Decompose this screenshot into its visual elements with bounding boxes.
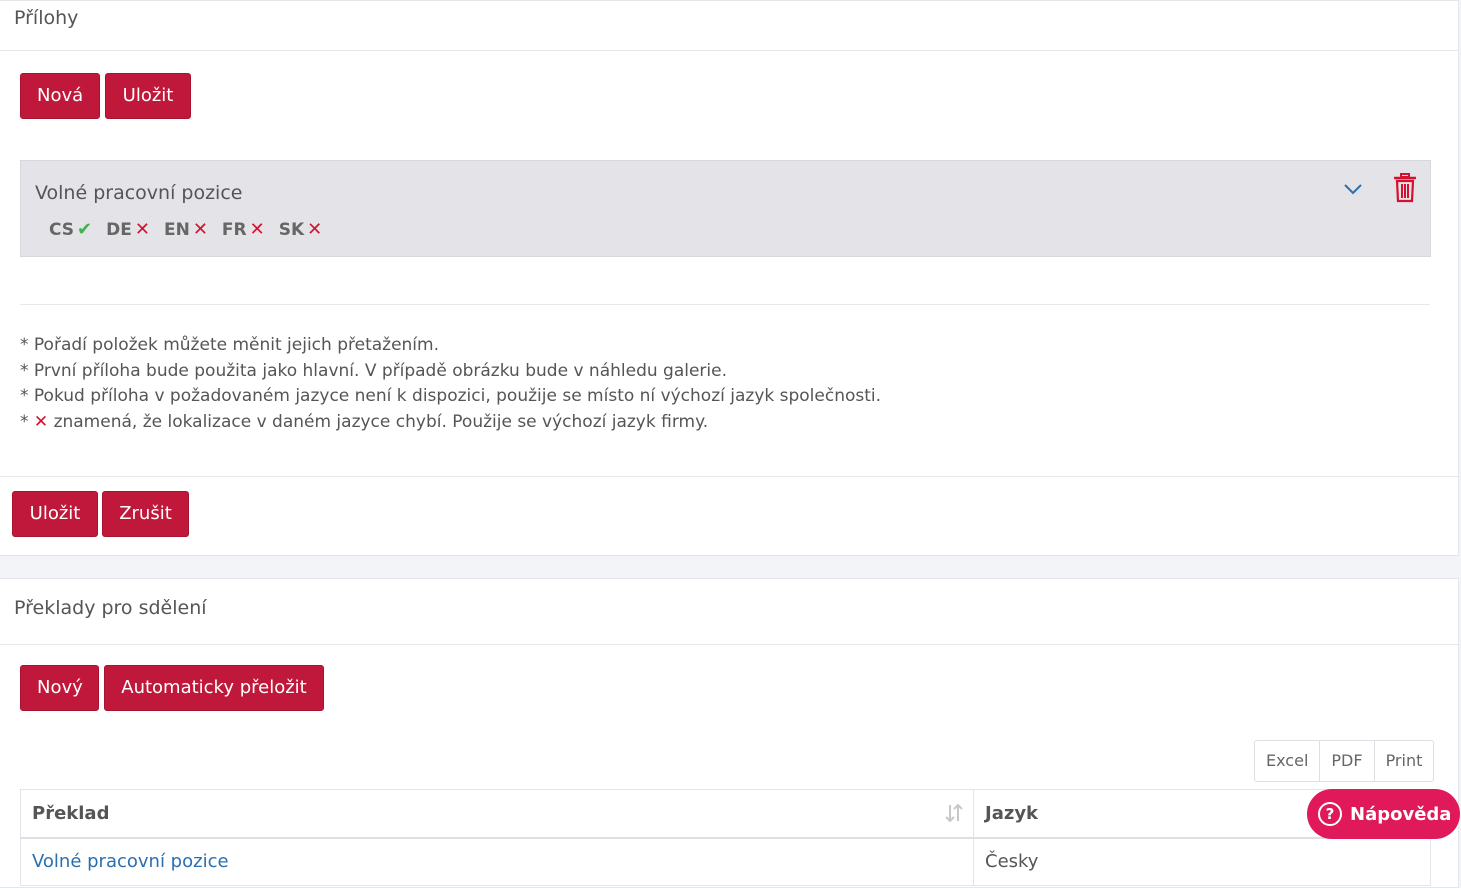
trash-icon[interactable] — [1393, 173, 1417, 203]
cross-icon: ✕ — [134, 219, 150, 240]
lang-code: DE — [106, 219, 132, 240]
cross-icon: ✕ — [249, 219, 265, 240]
attachments-panel: Přílohy Nová Uložit Volné pracovní pozic… — [0, 0, 1459, 556]
divider — [0, 476, 1458, 477]
divider — [20, 304, 1430, 305]
attachments-notes: * Pořadí položek můžete měnit jejich pře… — [20, 333, 881, 435]
translation-cell[interactable]: Volné pracovní pozice — [20, 837, 974, 886]
lang-code: EN — [163, 219, 190, 240]
table-row: Volné pracovní pozice Česky — [20, 837, 1431, 886]
attachment-languages: CS ✔ DE ✕ EN ✕ FR ✕ SK ✕ — [49, 219, 322, 240]
note-line: * Pořadí položek můžete měnit jejich pře… — [20, 335, 439, 355]
lang-en: EN ✕ — [164, 219, 208, 240]
cancel-button[interactable]: Zrušit — [102, 491, 189, 537]
sort-icon[interactable] — [945, 803, 963, 823]
new-attachment-button[interactable]: Nová — [20, 73, 100, 119]
cross-icon: ✕ — [192, 219, 208, 240]
table-header-row: Překlad Jazyk — [20, 789, 1431, 839]
column-label: Překlad — [32, 802, 110, 824]
lang-sk: SK ✕ — [279, 219, 323, 240]
save-attachments-button[interactable]: Uložit — [105, 73, 191, 119]
note-line: * ✕ znamená, že lokalizace v daném jazyc… — [20, 410, 881, 436]
divider — [0, 644, 1458, 645]
note-line: * Pokud příloha v požadovaném jazyce nen… — [20, 386, 882, 406]
print-button[interactable]: Print — [1375, 741, 1434, 781]
divider — [0, 50, 1458, 51]
note-text: znamená, že lokalizace v daném jazyce ch… — [53, 411, 709, 432]
language-cell: Česky — [973, 837, 1431, 886]
cross-icon: ✕ — [33, 411, 49, 432]
translations-table: Překlad Jazyk Volné pracovní pozice Česk… — [20, 789, 1431, 886]
check-icon: ✔ — [77, 219, 93, 240]
auto-translate-button[interactable]: Automaticky přeložit — [104, 665, 324, 711]
lang-cs: CS ✔ — [49, 219, 92, 240]
translations-title: Překlady pro sdělení — [14, 597, 207, 619]
cross-icon: ✕ — [307, 219, 323, 240]
column-header-translation[interactable]: Překlad — [20, 789, 974, 839]
lang-code: CS — [49, 219, 75, 240]
help-label: Nápověda — [1350, 803, 1452, 825]
attachments-title: Přílohy — [14, 7, 79, 29]
lang-code: FR — [221, 219, 247, 240]
note-star: * — [20, 411, 29, 432]
translations-panel: Překlady pro sdělení Nový Automaticky př… — [0, 578, 1459, 888]
note-line: * První příloha bude použita jako hlavní… — [20, 360, 728, 381]
attachment-item-title: Volné pracovní pozice — [35, 182, 243, 204]
save-button[interactable]: Uložit — [12, 491, 98, 537]
export-pdf-button[interactable]: PDF — [1320, 741, 1375, 781]
lang-de: DE ✕ — [106, 219, 150, 240]
new-translation-button[interactable]: Nový — [20, 665, 99, 711]
question-icon: ? — [1318, 802, 1342, 826]
help-button[interactable]: ? Nápověda — [1307, 789, 1460, 839]
translation-link[interactable]: Volné pracovní pozice — [32, 851, 229, 872]
lang-fr: FR ✕ — [222, 219, 265, 240]
lang-code: SK — [278, 219, 305, 240]
attachment-item[interactable]: Volné pracovní pozice CS ✔ DE ✕ EN ✕ FR … — [20, 160, 1431, 257]
export-buttons: Excel PDF Print — [1254, 740, 1435, 782]
chevron-down-icon[interactable] — [1341, 177, 1365, 201]
export-excel-button[interactable]: Excel — [1255, 741, 1321, 781]
